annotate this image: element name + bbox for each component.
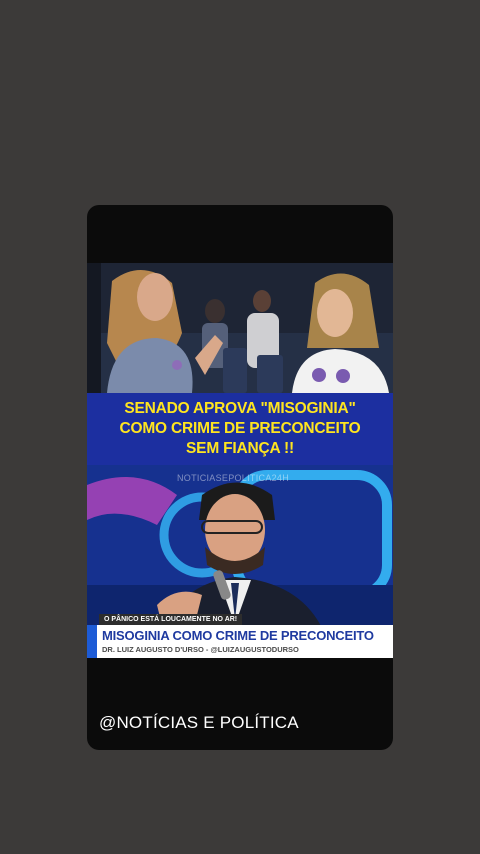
headline-line-3: SEM FIANÇA !! (186, 440, 294, 457)
tv-lower-third: O PÂNICO ESTÁ LOUCAMENTE NO AR! MISOGINI… (87, 614, 393, 658)
channel-logo-icon (87, 625, 97, 658)
channel-watermark: NOTICIASEPOLITICA24H (177, 473, 290, 483)
tv-interview-frame: NOTICIASEPOLITICA24H O PÂNICO ESTÁ LOUCA… (87, 465, 393, 658)
ticker-label: O PÂNICO ESTÁ LOUCAMENTE NO AR! (99, 614, 243, 625)
headline-line-2: COMO CRIME DE PRECONCEITO (119, 420, 361, 437)
senate-photo-illustration (87, 263, 393, 393)
story-card: SENADO APROVA "MISOGINIA" COMO CRIME DE … (87, 205, 393, 750)
headline-line-1: SENADO APROVA "MISOGINIA" (124, 400, 356, 417)
footer-handle: @NOTÍCIAS E POLÍTICA (99, 713, 299, 732)
lower-third-title: MISOGINIA COMO CRIME DE PRECONCEITO (102, 628, 374, 643)
headline-banner: SENADO APROVA "MISOGINIA" COMO CRIME DE … (87, 393, 393, 465)
lower-third-bar: MISOGINIA COMO CRIME DE PRECONCEITO DR. … (87, 625, 393, 658)
senate-photo (87, 263, 393, 393)
lower-third-subtitle: DR. LUIZ AUGUSTO D'URSO - @LUIZAUGUSTODU… (102, 645, 299, 654)
